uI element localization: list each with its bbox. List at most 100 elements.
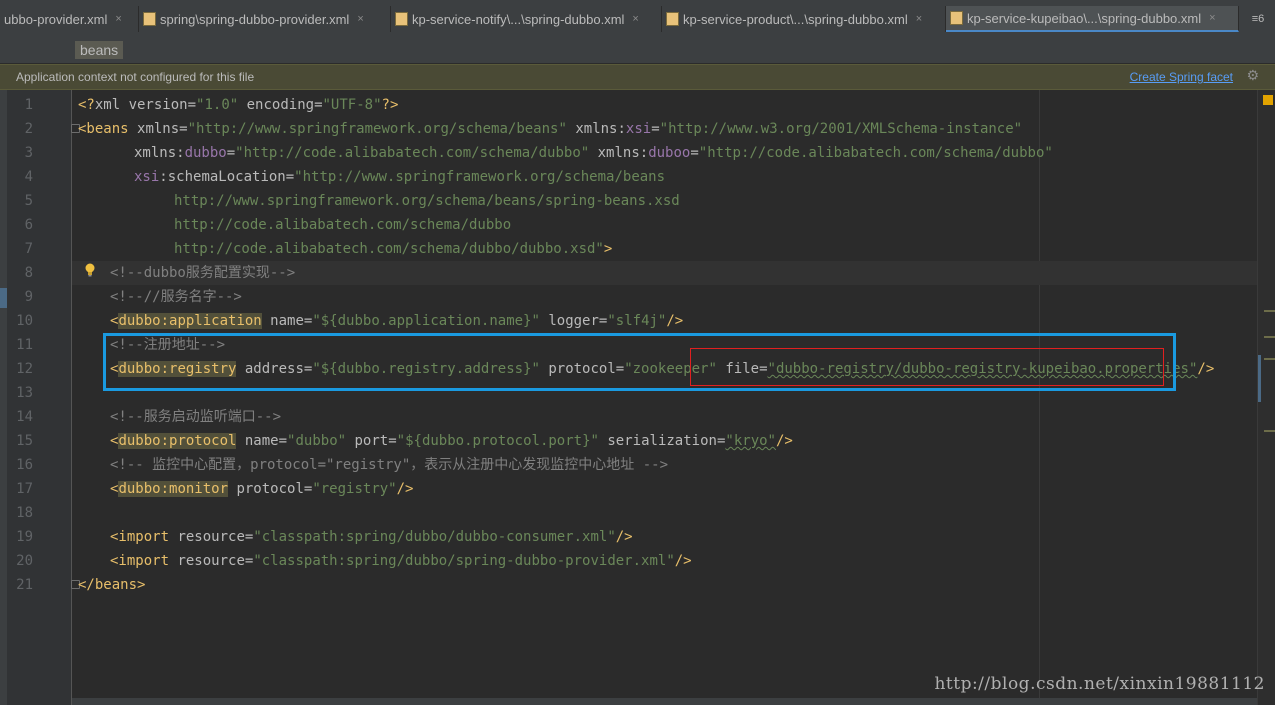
line-number: 1 [24,97,33,113]
gear-icon[interactable]: ⚙ [1246,68,1259,84]
token: dubbo:monitor [118,481,229,497]
tab-label: kp-service-kupeibao\...\spring-dubbo.xml [967,10,1202,26]
tab-list-menu-button[interactable]: ≡6 [1241,6,1275,32]
line-number: 19 [16,529,33,545]
token: "http://www.springframework.org/schema/b… [294,169,666,185]
tab-kp-service-kupeibao[interactable]: kp-service-kupeibao\...\spring-dubbo.xml… [946,6,1239,32]
token: duboo [648,145,691,161]
code-line-5: http://www.springframework.org/schema/be… [174,193,680,209]
tab-label: kp-service-notify\...\spring-dubbo.xml [412,11,625,27]
warning-marker[interactable] [1264,310,1275,312]
tab-kp-service-product[interactable]: kp-service-product\...\spring-dubbo.xml … [662,6,946,32]
token: "http://www.w3.org/2001/XMLSchema-instan… [659,121,1023,137]
code-line-4: xsi:schemaLocation="http://www.springfra… [134,165,665,189]
highlight-box-red [690,348,1164,386]
warning-marker[interactable] [1264,358,1275,360]
token: "${dubbo.protocol.port}" [396,433,599,449]
warning-status-icon[interactable] [1263,95,1273,105]
code-line-16: <!-- 监控中心配置，protocol="registry"，表示从注册中心发… [110,457,669,473]
token: xmlns: [589,145,649,161]
tab-kp-service-notify[interactable]: kp-service-notify\...\spring-dubbo.xml × [391,6,662,32]
xml-file-icon [395,12,408,26]
token: xsi [134,169,160,185]
token: logger [539,313,599,329]
tab-ubbo-provider[interactable]: ubbo-provider.xml × [0,6,139,32]
code-line-7: http://code.alibabatech.com/schema/dubbo… [174,237,612,261]
token: = [226,145,236,161]
close-icon[interactable]: × [916,13,922,25]
token: = [314,97,323,113]
line-number: 14 [16,409,33,425]
token: "classpath:spring/dubbo/spring-dubbo-pro… [253,553,675,569]
token: = [187,97,197,113]
token: resource [177,529,245,545]
token: http://code.alibabatech.com/schema/dubbo… [174,241,604,257]
token: /> [615,529,633,545]
line-number: 13 [16,385,33,401]
token: ?> [381,97,399,113]
line-number: 8 [24,265,33,281]
xml-file-icon [950,11,963,25]
line-number: 16 [16,457,33,473]
token: "1.0" [196,97,239,113]
token: xmlns [137,121,180,137]
token: = [278,433,288,449]
tab-label: ubbo-provider.xml [4,11,108,27]
close-icon[interactable]: × [1209,12,1215,24]
line-number-gutter: 1 2 3 4 5 6 7 8 9 10 11 12 13 14 15 16 1… [7,90,80,705]
token: = [285,169,295,185]
close-icon[interactable]: × [357,13,363,25]
code-line-15: <dubbo:protocol name="dubbo" port="${dub… [110,429,793,453]
warning-marker[interactable] [1264,430,1275,432]
token: :schemaLocation [159,169,286,185]
token: "http://code.alibabatech.com/schema/dubb… [235,145,590,161]
line-number: 5 [24,193,33,209]
scroll-position-marker[interactable] [1258,355,1261,402]
line-number: 17 [16,481,33,497]
tab-spring-dubbo-provider[interactable]: spring\spring-dubbo-provider.xml × [139,6,391,32]
tool-window-marker[interactable] [0,288,7,308]
horizontal-scrollbar[interactable] [72,698,1257,705]
line-number: 7 [24,241,33,257]
code-line-17: <dubbo:monitor protocol="registry"/> [110,477,413,501]
line-number: 2 [24,121,33,137]
code-line-9: <!--//服务名字--> [110,289,242,305]
code-line-3: xmlns:dubbo="http://code.alibabatech.com… [134,141,1053,165]
token: "UTF-8" [322,97,382,113]
line-number: 3 [24,145,33,161]
token: <import [110,529,178,545]
create-spring-facet-link[interactable]: Create Spring facet [1130,70,1233,84]
code-editor[interactable]: <?xml version="1.0" encoding="UTF-8"?> <… [72,90,1257,705]
code-line-20: <import resource="classpath:spring/dubbo… [110,549,692,573]
token: xml [94,97,129,113]
token: version [128,97,188,113]
token: = [690,145,699,161]
editor-tab-bar: ubbo-provider.xml × spring\spring-dubbo-… [0,0,1275,38]
close-icon[interactable]: × [115,13,121,25]
token: port [346,433,389,449]
token: "${dubbo.application.name}" [312,313,540,329]
token: /> [666,313,684,329]
token: "dubbo" [287,433,347,449]
token: "kryo" [725,433,776,449]
close-icon[interactable]: × [632,13,638,25]
token: protocol [228,481,304,497]
token: /> [674,553,692,569]
token: xmlns: [566,121,626,137]
token: dubbo [184,145,227,161]
line-number: 20 [16,553,33,569]
notification-bar: Application context not configured for t… [0,64,1275,90]
line-number: 18 [16,505,33,521]
warning-marker[interactable] [1264,336,1275,338]
token: "http://code.alibabatech.com/schema/dubb… [698,145,1053,161]
token: resource [177,553,245,569]
breadcrumb-item-beans[interactable]: beans [75,41,124,59]
token: "slf4j" [607,313,667,329]
token: = [651,121,660,137]
token: /> [775,433,793,449]
token: dubbo:protocol [118,433,237,449]
error-stripe[interactable] [1257,90,1275,705]
token: name [261,313,304,329]
line-number: 10 [16,313,33,329]
lightbulb-icon[interactable] [84,263,96,277]
